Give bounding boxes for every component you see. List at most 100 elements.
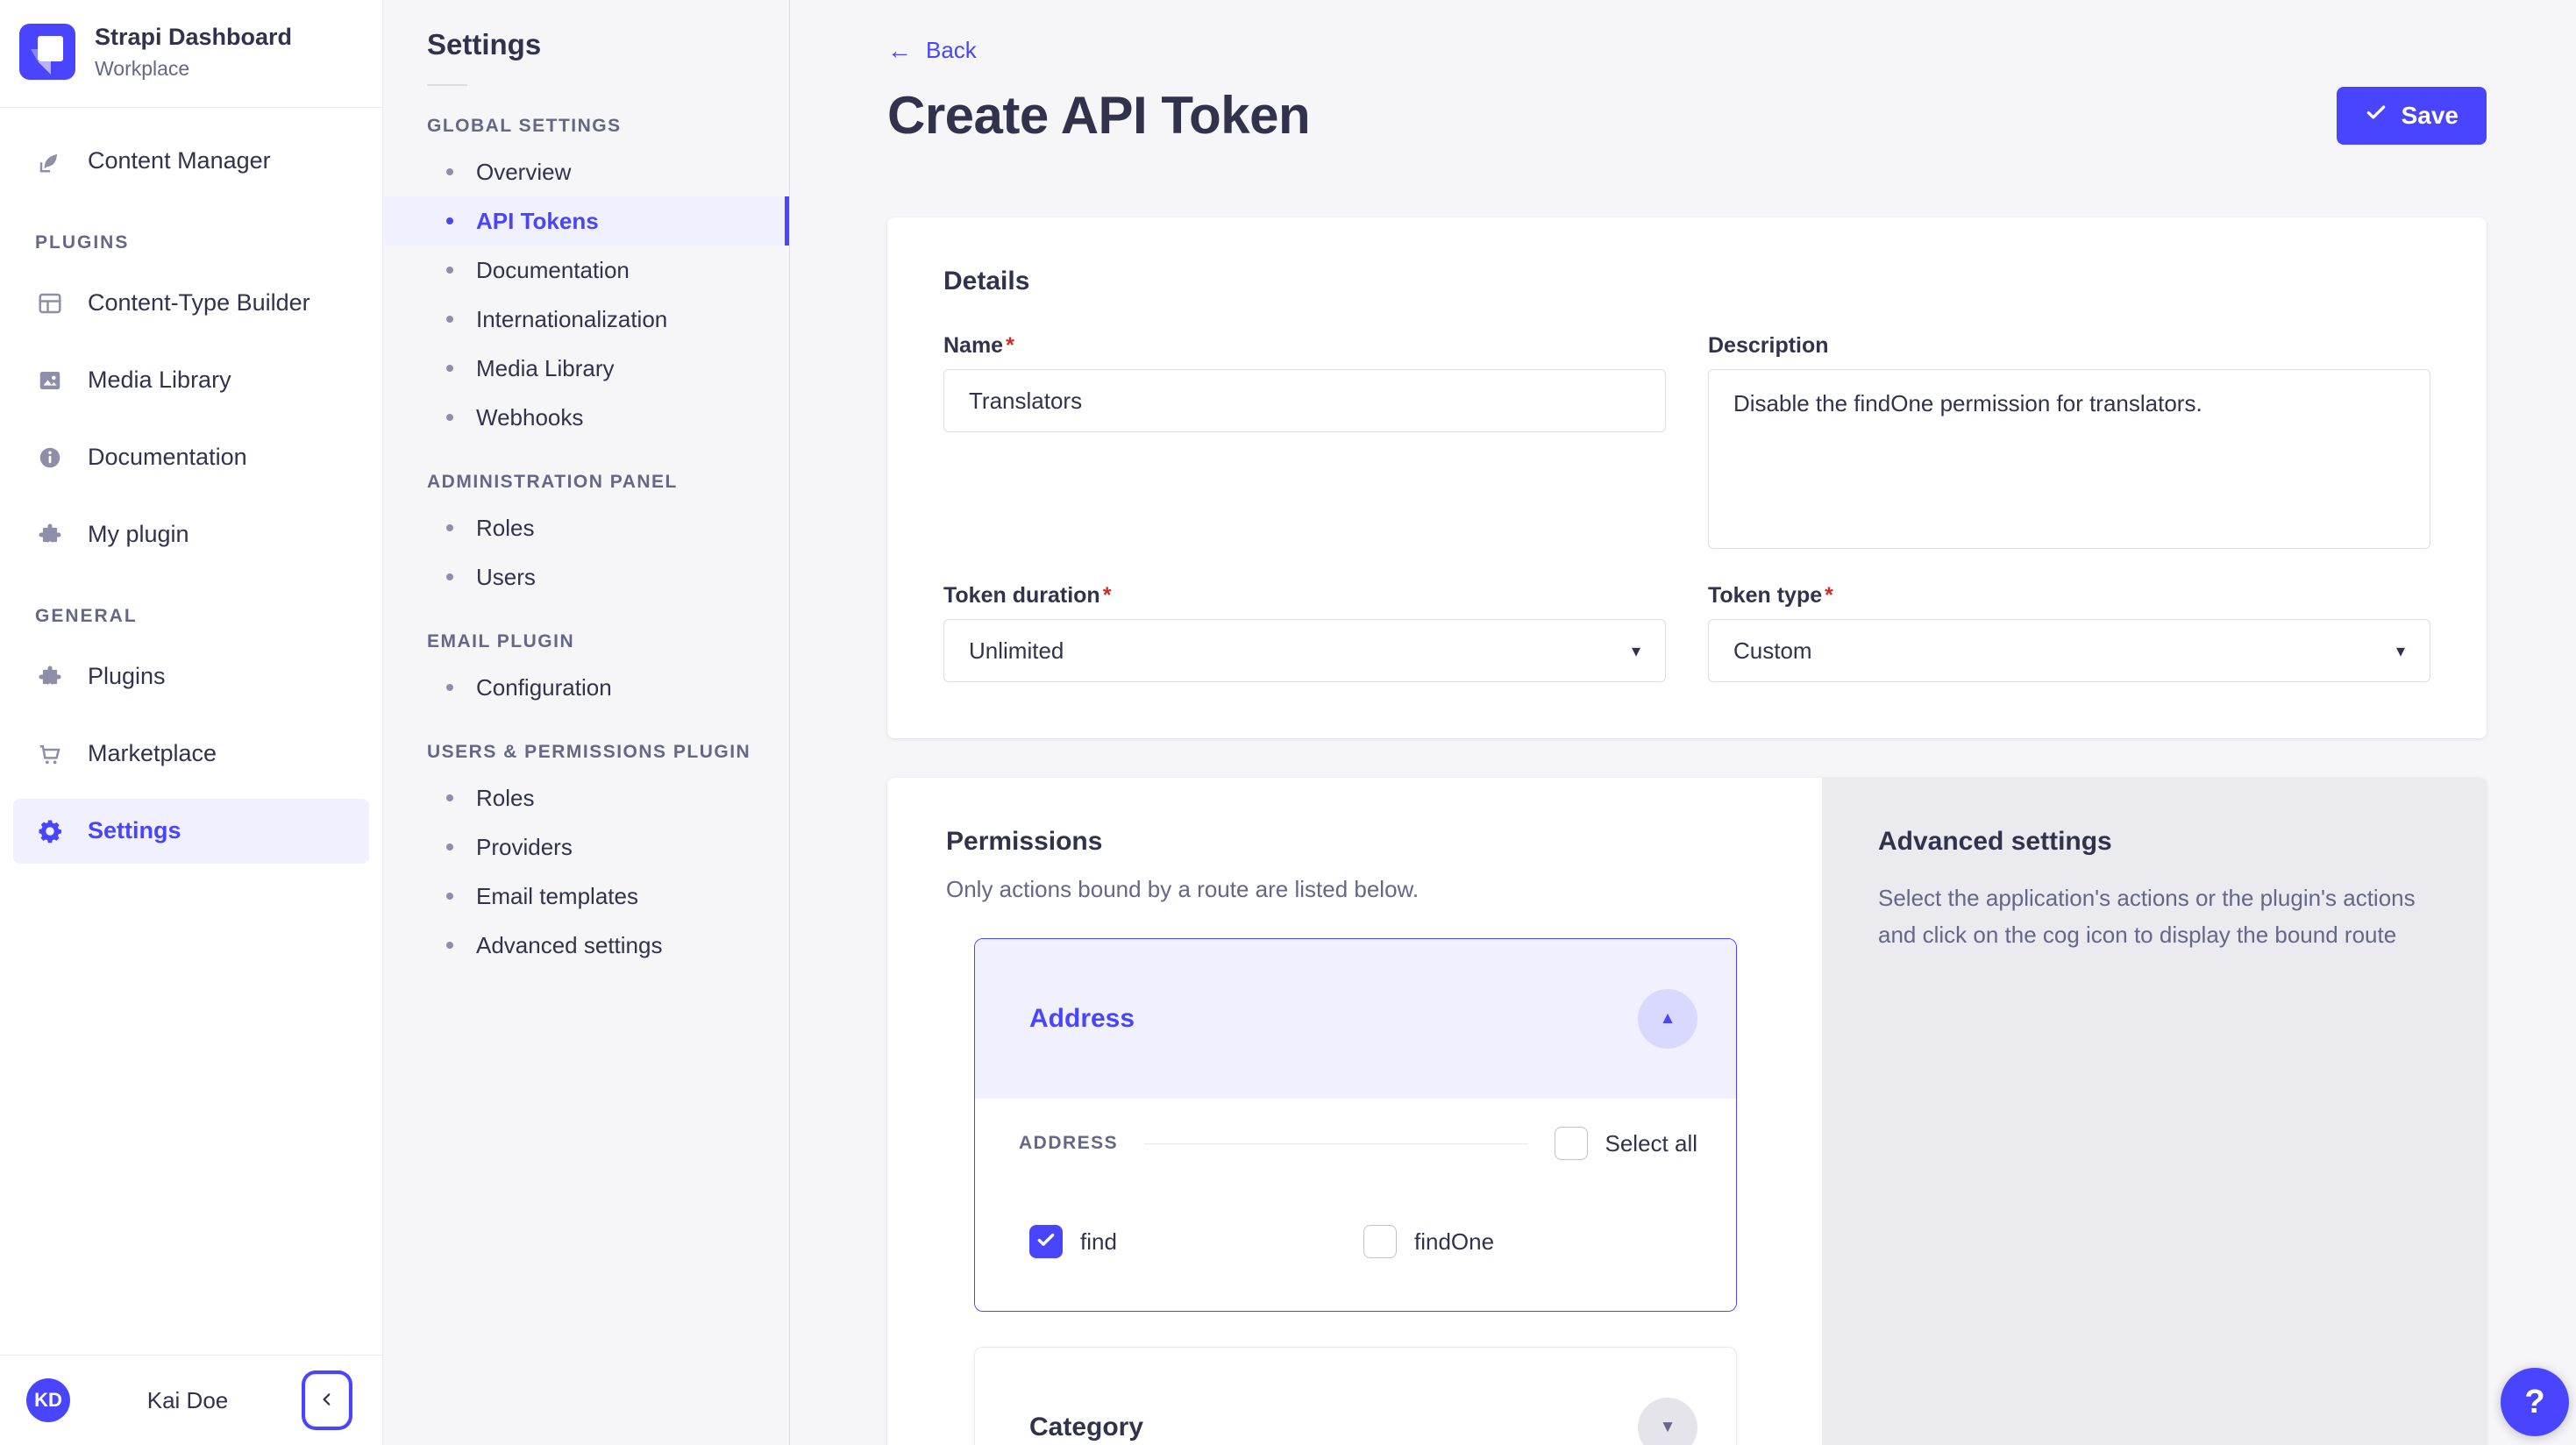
subnav-section: GLOBAL SETTINGSOverviewAPI TokensDocumen…	[383, 116, 789, 442]
required-mark: *	[1006, 333, 1014, 358]
chevron-up-icon: ▲	[1660, 1009, 1676, 1029]
bullet-icon	[446, 942, 453, 949]
sidebar-item-label: Media Library	[88, 367, 231, 394]
collapse-sidebar-button[interactable]	[305, 1374, 349, 1427]
subnav-section-label: USERS & PERMISSIONS PLUGIN	[427, 742, 789, 763]
advanced-settings-description: Select the application's actions or the …	[1878, 879, 2426, 953]
subnav-item-overview[interactable]: Overview	[383, 147, 789, 196]
token-duration-field-group: Token duration* Unlimited ▾	[943, 583, 1666, 682]
token-type-label: Token type*	[1708, 583, 2430, 609]
token-type-select[interactable]: Custom ▾	[1708, 619, 2430, 682]
subnav-item-email-templates[interactable]: Email templates	[383, 872, 789, 921]
token-duration-label: Token duration*	[943, 583, 1666, 609]
accordion-title: Address	[1029, 1004, 1135, 1034]
required-mark: *	[1825, 583, 1833, 608]
subnav-item-roles[interactable]: Roles	[383, 503, 789, 552]
name-input[interactable]	[943, 369, 1666, 432]
subnav-item-label: Overview	[476, 159, 571, 186]
sidebar-item-plugins[interactable]: Plugins	[13, 644, 369, 709]
main-content: ← Back Create API Token Save Details Nam…	[790, 0, 2576, 1445]
title-row: Create API Token Save	[887, 85, 2487, 146]
find-checkbox[interactable]	[1029, 1225, 1063, 1258]
avatar[interactable]: KD	[26, 1378, 70, 1422]
pen-icon	[35, 148, 65, 174]
strapi-logo-icon	[19, 24, 75, 80]
subnav-item-configuration[interactable]: Configuration	[383, 663, 789, 712]
sidebar-item-documentation[interactable]: Documentation	[13, 425, 369, 490]
save-button[interactable]: Save	[2337, 87, 2487, 145]
subnav-item-advanced-settings[interactable]: Advanced settings	[383, 921, 789, 970]
subnav-item-label: Email templates	[476, 883, 638, 910]
subnav-item-internationalization[interactable]: Internationalization	[383, 295, 789, 344]
help-button[interactable]: ?	[2501, 1368, 2569, 1436]
gear-icon	[35, 818, 65, 844]
permission-group-label: ADDRESS	[1019, 1133, 1118, 1154]
subnav-item-label: Advanced settings	[476, 932, 662, 959]
main-nav: Content ManagerPLUGINSContent-Type Build…	[0, 108, 382, 1355]
accordion-header-category[interactable]: Category▼	[975, 1348, 1736, 1445]
advanced-settings-panel: Advanced settings Select the application…	[1822, 778, 2487, 1445]
action-find: find	[1029, 1225, 1363, 1258]
brand-subtitle: Workplace	[95, 57, 292, 81]
check-icon	[2365, 101, 2387, 130]
accordion-category: Category▼	[974, 1347, 1737, 1445]
sidebar-item-my-plugin[interactable]: My plugin	[13, 502, 369, 567]
subnav-item-label: Roles	[476, 515, 534, 542]
subnav-item-providers[interactable]: Providers	[383, 822, 789, 872]
subnav-item-label: Webhooks	[476, 404, 583, 431]
subnav-item-webhooks[interactable]: Webhooks	[383, 393, 789, 442]
sidebar-item-label: Plugins	[88, 663, 166, 690]
subnav-title: Settings	[427, 28, 789, 61]
back-link[interactable]: ← Back	[887, 37, 977, 64]
findOne-checkbox[interactable]	[1363, 1225, 1397, 1258]
sidebar-item-settings[interactable]: Settings	[13, 799, 369, 864]
subnav-item-documentation[interactable]: Documentation	[383, 246, 789, 295]
select-all: Select all	[1555, 1127, 1698, 1160]
token-duration-value: Unlimited	[969, 637, 1064, 665]
bullet-icon	[446, 267, 453, 274]
accordion-toggle-button[interactable]: ▲	[1638, 989, 1697, 1049]
description-input[interactable]: Disable the findOne permission for trans…	[1708, 369, 2430, 549]
permissions-subtitle: Only actions bound by a route are listed…	[946, 876, 1765, 903]
subnav-item-label: Configuration	[476, 674, 612, 701]
sidebar-section-label: GENERAL	[35, 606, 382, 627]
permissions-title: Permissions	[946, 827, 1765, 857]
select-all-checkbox[interactable]	[1555, 1127, 1588, 1160]
subnav-item-roles[interactable]: Roles	[383, 773, 789, 822]
brand-title: Strapi Dashboard	[95, 23, 292, 53]
subnav-item-label: Media Library	[476, 355, 615, 382]
caret-down-icon: ▾	[1632, 640, 1640, 662]
user-name: Kai Doe	[70, 1387, 305, 1414]
subnav-divider	[427, 84, 467, 86]
details-card: Details Name* Description Disable the fi…	[887, 217, 2487, 738]
permissions-accordions: Address▲ADDRESSSelect allfindfindOneCate…	[946, 938, 1765, 1445]
sidebar-item-marketplace[interactable]: Marketplace	[13, 722, 369, 787]
accordion-toggle-button[interactable]: ▼	[1638, 1398, 1697, 1445]
bullet-icon	[446, 217, 453, 224]
puzzle-icon	[35, 664, 65, 690]
info-icon	[35, 445, 65, 471]
main-sidebar: Strapi Dashboard Workplace Content Manag…	[0, 0, 383, 1445]
divider	[1144, 1143, 1527, 1144]
advanced-settings-title: Advanced settings	[1878, 827, 2430, 857]
cart-icon	[35, 741, 65, 767]
bullet-icon	[446, 844, 453, 851]
subnav-item-users[interactable]: Users	[383, 552, 789, 601]
name-label: Name*	[943, 333, 1666, 359]
subnav-item-label: Users	[476, 564, 536, 591]
sidebar-item-media-library[interactable]: Media Library	[13, 348, 369, 413]
bullet-icon	[446, 893, 453, 900]
bullet-icon	[446, 168, 453, 175]
save-label: Save	[2402, 102, 2459, 130]
token-duration-select[interactable]: Unlimited ▾	[943, 619, 1666, 682]
sidebar-item-content-type-builder[interactable]: Content-Type Builder	[13, 271, 369, 336]
back-label: Back	[926, 37, 977, 64]
bullet-icon	[446, 794, 453, 801]
sidebar-item-content-manager[interactable]: Content Manager	[13, 129, 369, 194]
subnav-item-media-library[interactable]: Media Library	[383, 344, 789, 393]
required-mark: *	[1103, 583, 1112, 608]
subnav-item-api-tokens[interactable]: API Tokens	[383, 196, 789, 246]
bullet-icon	[446, 684, 453, 691]
accordion-header-address[interactable]: Address ▲	[975, 939, 1736, 1099]
sidebar-item-label: My plugin	[88, 521, 189, 548]
